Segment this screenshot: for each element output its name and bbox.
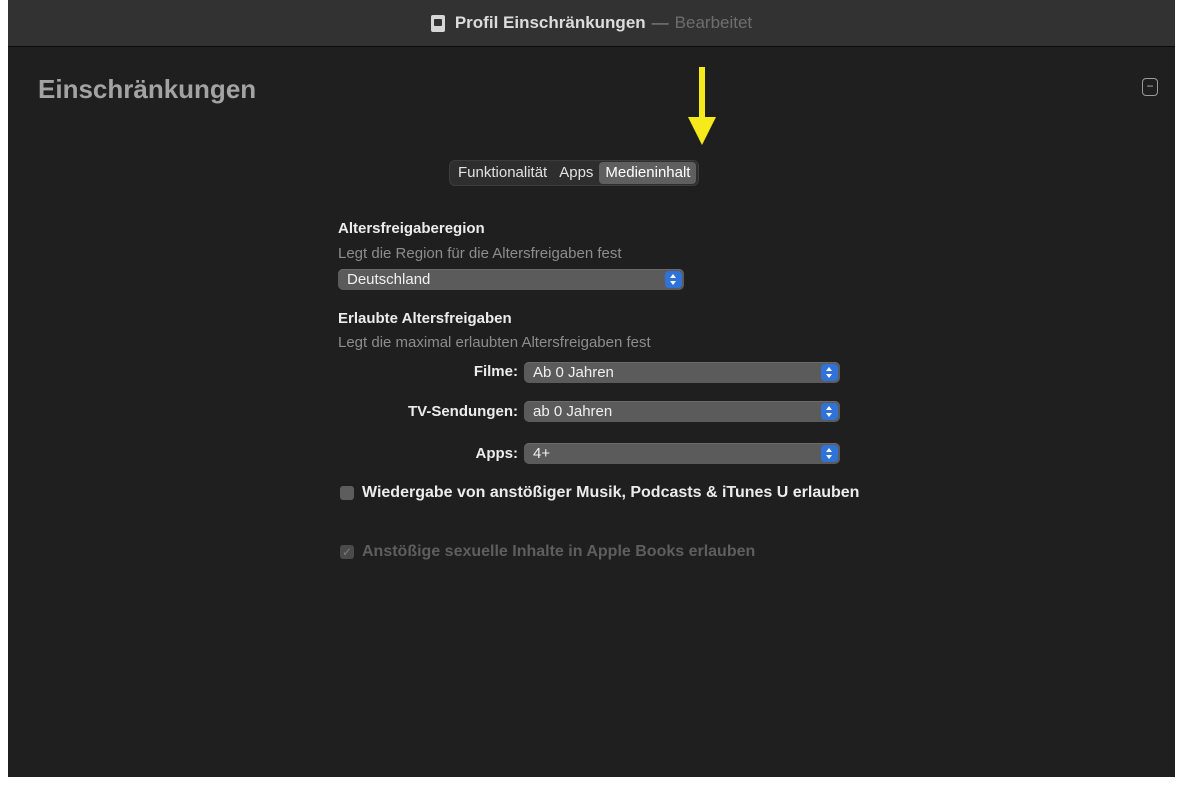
region-description: Legt die Region für die Altersfreigaben … xyxy=(338,245,622,262)
tv-value: ab 0 Jahren xyxy=(533,403,613,420)
region-label: Altersfreigaberegion xyxy=(338,220,485,237)
explicit-music-label: Wiedergabe von anstößiger Musik, Podcast… xyxy=(362,484,860,501)
minus-icon: − xyxy=(1146,79,1154,93)
movies-value: Ab 0 Jahren xyxy=(533,364,614,381)
tv-popup[interactable]: ab 0 Jahren xyxy=(524,401,840,422)
popup-chevron-icon xyxy=(821,445,838,462)
popup-chevron-icon xyxy=(821,364,838,381)
apps-label: Apps: xyxy=(475,445,519,462)
checkmark-icon: ✓ xyxy=(341,545,353,559)
apps-popup[interactable]: 4+ xyxy=(524,443,840,464)
movies-label: Filme: xyxy=(473,363,518,380)
media-content-form: Altersfreigaberegion Legt die Region für… xyxy=(338,0,868,777)
books-label: Anstößige sexuelle Inhalte in Apple Book… xyxy=(362,543,756,560)
books-checkbox: ✓ xyxy=(340,545,354,559)
settings-window: Profil Einschränkungen — Bearbeitet Eins… xyxy=(8,0,1175,777)
popup-chevron-icon xyxy=(821,403,838,420)
collapse-button[interactable]: − xyxy=(1142,78,1158,96)
region-popup[interactable]: Deutschland xyxy=(338,269,684,290)
popup-chevron-icon xyxy=(665,271,682,288)
apps-value: 4+ xyxy=(533,445,551,462)
section-title: Einschränkungen xyxy=(38,74,257,104)
tv-label: TV-Sendungen: xyxy=(408,403,518,420)
explicit-music-checkbox[interactable] xyxy=(340,486,354,500)
ratings-description: Legt die maximal erlaubten Altersfreigab… xyxy=(338,334,651,351)
ratings-label: Erlaubte Altersfreigaben xyxy=(338,310,512,327)
movies-popup[interactable]: Ab 0 Jahren xyxy=(524,362,840,383)
region-value: Deutschland xyxy=(347,271,431,288)
